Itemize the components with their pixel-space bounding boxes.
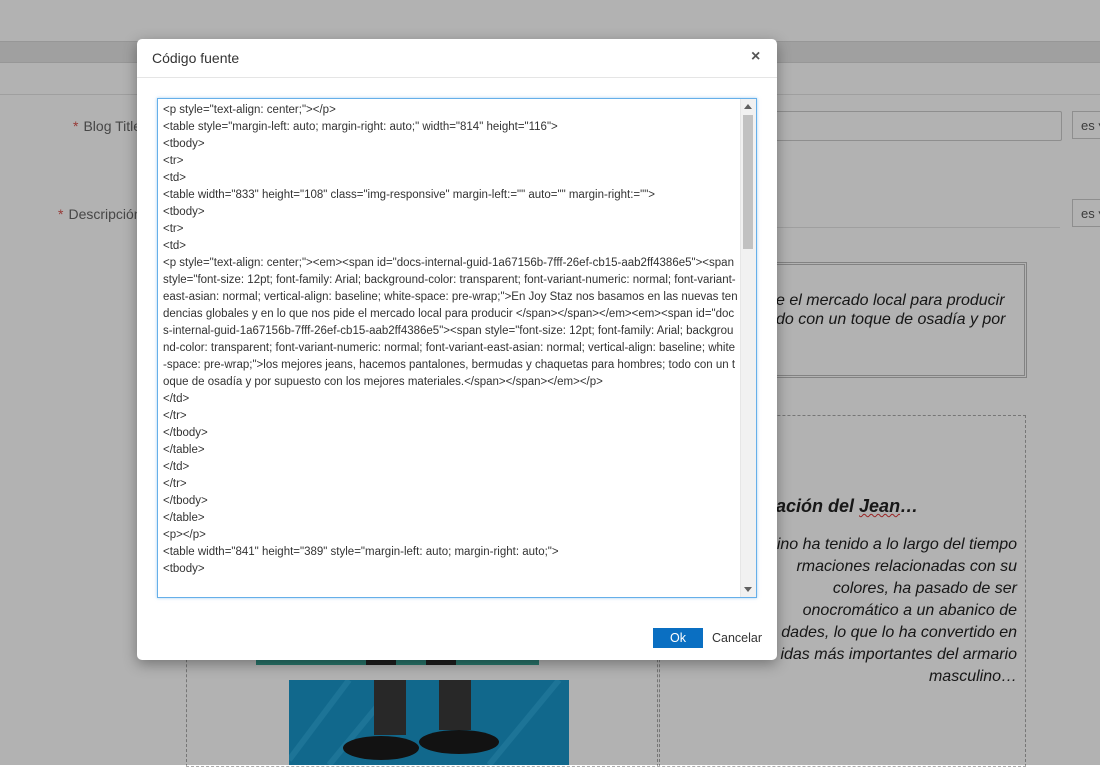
- dialog-title: Código fuente: [152, 50, 240, 66]
- dialog-header: Código fuente ×: [137, 39, 777, 78]
- source-code-dialog: Código fuente × <p style="text-align: ce…: [137, 39, 777, 660]
- source-code-textarea[interactable]: <p style="text-align: center;"></p> <tab…: [157, 98, 757, 598]
- vertical-scrollbar[interactable]: [740, 99, 756, 597]
- close-icon[interactable]: ×: [751, 49, 760, 65]
- scrollbar-thumb[interactable]: [743, 115, 753, 249]
- source-code-text[interactable]: <p style="text-align: center;"></p> <tab…: [163, 102, 738, 578]
- scroll-down-arrow-icon[interactable]: [744, 587, 752, 592]
- ok-button[interactable]: Ok: [653, 628, 703, 648]
- cancel-button[interactable]: Cancelar: [712, 631, 762, 645]
- scroll-up-arrow-icon[interactable]: [744, 104, 752, 109]
